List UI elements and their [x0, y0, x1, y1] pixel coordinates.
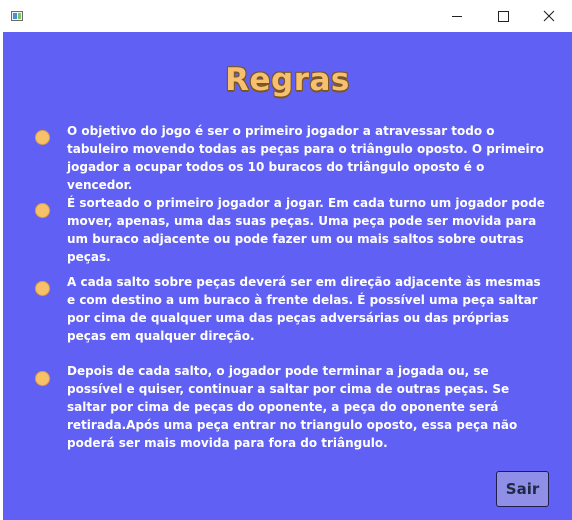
maximize-button[interactable] — [480, 0, 526, 32]
bullet-icon — [35, 130, 50, 145]
close-icon — [543, 10, 555, 22]
bullet-icon — [35, 371, 50, 386]
title-bar — [0, 0, 572, 32]
bullet-icon — [35, 281, 50, 296]
page-title: Regras — [225, 62, 350, 98]
bullet-icon — [35, 203, 50, 218]
exit-button[interactable]: Sair — [496, 471, 549, 507]
rule-text: Depois de cada salto, o jogador pode ter… — [67, 364, 518, 450]
rules-panel: Regras O objetivo do jogo é ser o primei… — [3, 32, 572, 520]
close-button[interactable] — [526, 0, 572, 32]
minimize-icon — [452, 15, 462, 17]
app-window-icon — [11, 11, 23, 21]
rule-text: O objetivo do jogo é ser o primeiro joga… — [67, 124, 544, 192]
minimize-button[interactable] — [434, 0, 480, 32]
maximize-icon — [497, 10, 509, 22]
rule-text: A cada salto sobre peças deverá ser em d… — [67, 275, 541, 343]
rule-text: É sorteado o primeiro jogador a jogar. E… — [67, 196, 545, 264]
